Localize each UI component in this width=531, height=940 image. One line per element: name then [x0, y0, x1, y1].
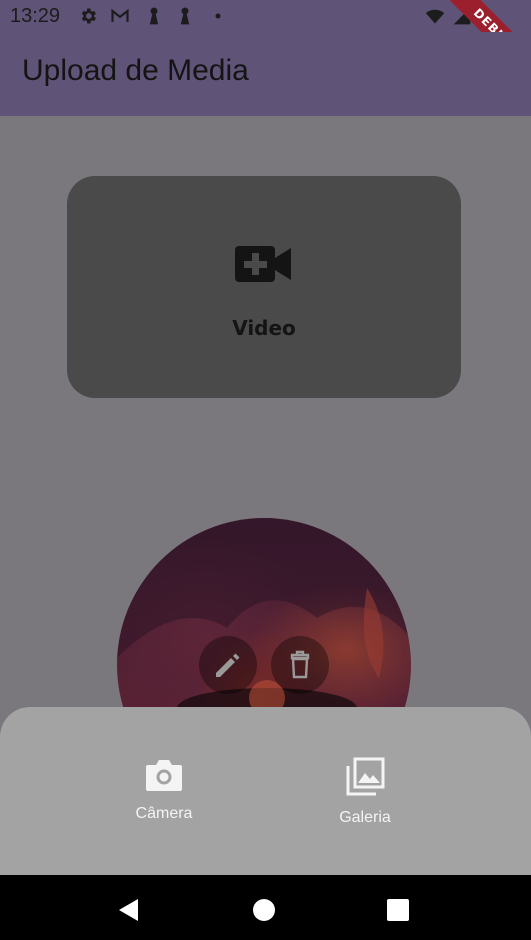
edit-icon: [216, 653, 240, 677]
video-label: Video: [232, 316, 296, 340]
status-bar: 13:29 DEBUG: [0, 0, 531, 90]
video-add-icon: [235, 246, 291, 282]
camera-icon: [146, 760, 182, 791]
camera-label: Câmera: [135, 805, 193, 822]
gallery-option[interactable]: Galeria: [295, 757, 435, 827]
gallery-icon: [346, 757, 385, 796]
app-bar: Upload de Media: [0, 32, 531, 116]
back-icon[interactable]: [116, 897, 142, 923]
gmail-icon: [111, 8, 129, 22]
nav-bar: [0, 875, 531, 940]
delete-icon: [290, 650, 310, 679]
keyhole-icon: [180, 7, 190, 25]
status-time: 13:29: [10, 5, 61, 27]
video-upload-card[interactable]: Video: [67, 176, 461, 398]
dot-icon: [215, 13, 221, 19]
page-title: Upload de Media: [22, 54, 249, 87]
camera-option[interactable]: Câmera: [94, 757, 234, 823]
bottom-sheet: Câmera Galeria: [0, 707, 531, 875]
home-icon[interactable]: [252, 898, 276, 922]
wifi-icon: [425, 9, 445, 24]
gallery-label: Galeria: [339, 809, 391, 826]
keyhole-icon: [149, 7, 159, 25]
edit-button[interactable]: [199, 636, 257, 694]
gear-icon: [81, 8, 96, 24]
recents-icon[interactable]: [386, 898, 410, 922]
delete-button[interactable]: [271, 636, 329, 694]
